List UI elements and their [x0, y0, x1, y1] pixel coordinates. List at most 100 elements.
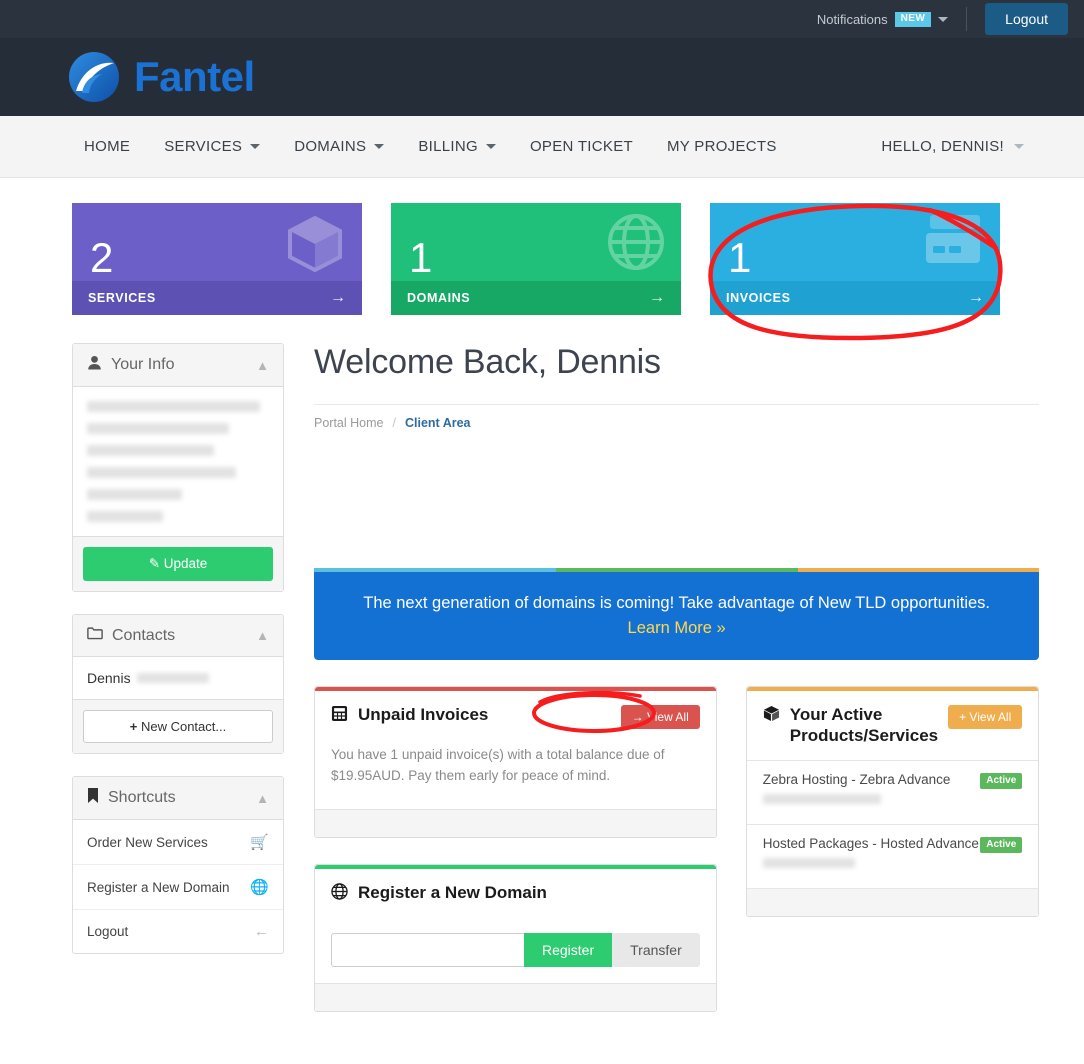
nav-label: DOMAINS [294, 138, 367, 155]
promo-banner: The next generation of domains is coming… [314, 572, 1040, 661]
active-products-footer [746, 888, 1039, 917]
register-domain-header: Register a New Domain [315, 869, 716, 919]
stat-card-top: 2 [72, 203, 362, 281]
nav-label: SERVICES [164, 138, 243, 155]
promo-learn-more-link[interactable]: Learn More » [628, 619, 726, 638]
brand-name: Fantel [134, 53, 255, 100]
chevron-down-icon [250, 144, 261, 149]
nav-item-my-projects[interactable]: MY PROJECTS [667, 138, 777, 155]
stat-label: SERVICES [88, 291, 156, 305]
brand-logo[interactable]: Fantel [68, 51, 255, 103]
chevron-down-icon [1014, 144, 1024, 149]
view-all-products-button[interactable]: + View All [948, 705, 1023, 730]
stat-card-footer[interactable]: SERVICES → [72, 281, 362, 315]
new-contact-label: New Contact... [140, 719, 227, 734]
arrow-left-icon: ← [254, 923, 269, 940]
unpaid-invoices-card: Unpaid Invoices → View All You have 1 un… [314, 686, 717, 839]
contacts-title: Contacts [112, 626, 176, 644]
status-badge: Active [980, 773, 1023, 790]
sidebar-item-register-new-domain[interactable]: Register a New Domain 🌐 [73, 865, 283, 910]
redacted-line [87, 401, 260, 412]
active-products-card: Your Active Products/Services + View All… [745, 686, 1040, 918]
user-menu[interactable]: HELLO, DENNIS! [881, 138, 1024, 155]
contact-name: Dennis [87, 670, 131, 686]
breadcrumb-separator: / [392, 416, 396, 430]
redacted-line [87, 445, 215, 456]
your-info-footer: ✎ Update [73, 536, 283, 591]
notifications-menu[interactable]: Notifications NEW [816, 11, 949, 27]
globe-icon [331, 883, 348, 905]
redacted-line [87, 511, 164, 522]
logout-button[interactable]: Logout [985, 3, 1068, 35]
main-navigation: HOME SERVICES DOMAINS BILLING OPEN TICKE… [0, 116, 1084, 178]
unpaid-invoices-header: Unpaid Invoices → View All [315, 691, 716, 743]
contact-list-item[interactable]: Dennis [73, 657, 283, 699]
redacted-line [87, 423, 229, 434]
shortcut-label: Order New Services [87, 834, 208, 850]
your-info-header[interactable]: Your Info ▲ [73, 344, 283, 387]
chevron-up-icon[interactable]: ▲ [256, 358, 269, 373]
user-icon [87, 355, 102, 375]
redacted-domain [762, 858, 855, 869]
stat-card-top: 1 [710, 203, 1000, 281]
arrow-right-icon: → [968, 289, 984, 306]
stat-count: 1 [409, 234, 433, 281]
your-info-title: Your Info [111, 356, 175, 373]
transfer-button[interactable]: Transfer [612, 933, 700, 968]
product-row[interactable]: Hosted Packages - Hosted Advance Active [746, 824, 1039, 888]
sidebar-item-logout[interactable]: Logout ← [73, 910, 283, 953]
nav-item-open-ticket[interactable]: OPEN TICKET [530, 138, 633, 155]
nav-label: OPEN TICKET [529, 138, 633, 155]
shortcuts-header[interactable]: Shortcuts ▲ [73, 777, 283, 820]
breadcrumb-client-area[interactable]: Client Area [405, 416, 471, 430]
cube-icon [284, 213, 346, 280]
nav-label: MY PROJECTS [666, 138, 777, 155]
tricolor-bar [314, 568, 1040, 572]
user-menu-label: HELLO, DENNIS! [881, 138, 1004, 155]
view-all-invoices-button[interactable]: → View All [620, 705, 700, 730]
sidebar-item-order-new-services[interactable]: Order New Services 🛒 [73, 820, 283, 865]
product-row[interactable]: Zebra Hosting - Zebra Advance Active [746, 760, 1039, 824]
breadcrumb-portal-home[interactable]: Portal Home [314, 416, 383, 430]
nav-item-home[interactable]: HOME [84, 138, 130, 155]
nav-item-services[interactable]: SERVICES [164, 138, 261, 155]
stat-card-invoices[interactable]: 1 INVOICES → [710, 203, 1000, 315]
breadcrumb: Portal Home / Client Area [314, 405, 1039, 430]
notifications-label: Notifications [816, 11, 888, 27]
invoice-icon [331, 705, 348, 727]
left-card-column: Unpaid Invoices → View All You have 1 un… [314, 686, 717, 1013]
stat-card-footer[interactable]: INVOICES → [710, 281, 1000, 315]
chevron-up-icon[interactable]: ▲ [256, 628, 269, 643]
tricolor-segment-orange [797, 568, 1040, 572]
pencil-icon: ✎ [148, 556, 160, 571]
update-button[interactable]: ✎ Update [83, 547, 273, 581]
nav-item-billing[interactable]: BILLING [418, 138, 496, 155]
domain-search-input[interactable] [331, 933, 524, 968]
contacts-footer: + New Contact... [73, 699, 283, 753]
new-contact-button[interactable]: + New Contact... [83, 710, 273, 743]
nav-item-domains[interactable]: DOMAINS [294, 138, 385, 155]
stat-count: 1 [728, 234, 752, 281]
update-label: Update [163, 556, 208, 571]
top-utility-bar: Notifications NEW Logout [0, 0, 1084, 38]
shortcuts-title: Shortcuts [108, 789, 176, 806]
redacted-domain [762, 794, 881, 805]
logo-band: Fantel [0, 38, 1084, 116]
redacted-line [87, 467, 237, 478]
register-domain-form: Register Transfer [315, 919, 716, 983]
shortcut-label: Logout [87, 924, 129, 939]
plus-icon: + [129, 719, 138, 734]
invoice-card-icon [922, 213, 984, 274]
topbar-divider [966, 7, 968, 31]
stat-card-footer[interactable]: DOMAINS → [391, 281, 681, 315]
chevron-up-icon[interactable]: ▲ [256, 791, 269, 806]
stat-card-services[interactable]: 2 SERVICES → [72, 203, 362, 315]
stat-card-domains[interactable]: 1 DOMAINS → [391, 203, 681, 315]
your-info-panel: Your Info ▲ ✎ Update [72, 343, 284, 592]
shortcuts-panel: Shortcuts ▲ Order New Services 🛒 Registe… [72, 776, 284, 954]
nav-label: HOME [84, 138, 131, 155]
register-button[interactable]: Register [524, 933, 613, 968]
sidebar: Your Info ▲ ✎ Update Contacts ▲ Dennis +… [72, 343, 284, 1012]
contacts-header[interactable]: Contacts ▲ [73, 615, 283, 657]
redacted-line [87, 489, 182, 500]
